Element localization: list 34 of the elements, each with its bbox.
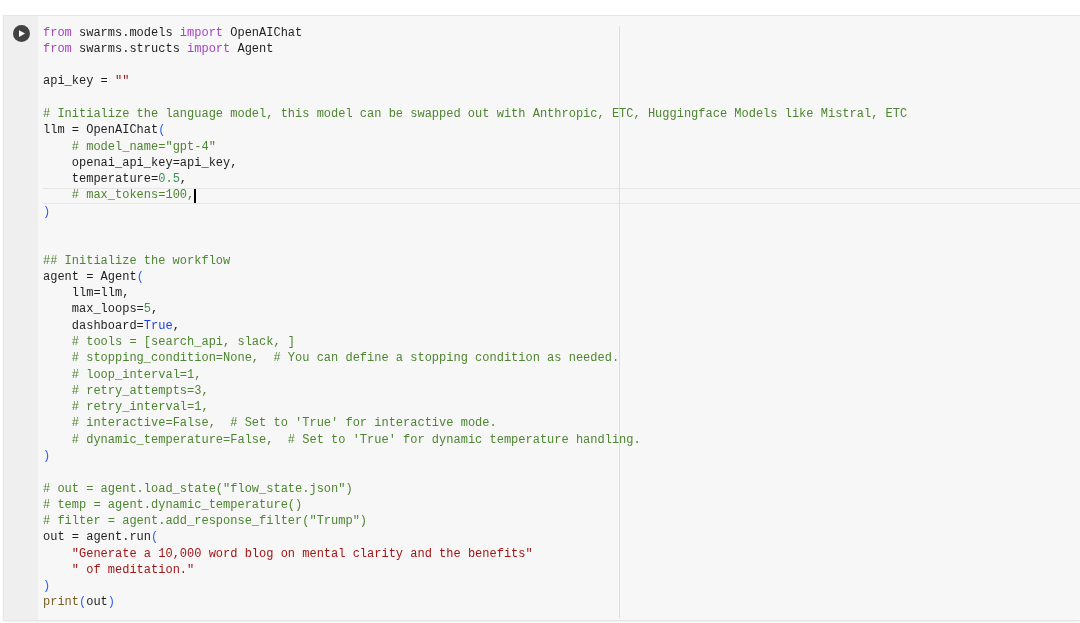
code-line: ) <box>43 579 51 595</box>
code-line: "Generate a 10,000 word blog on mental clarity and the benefits" <box>71 546 533 562</box>
code-line: # interactive=False, # Set to 'True' for interactive mode. <box>71 416 497 432</box>
code-line: temperature=0.5, <box>71 172 188 188</box>
text-cursor <box>194 188 196 203</box>
code-line: # temp = agent.dynamic_temperature() <box>43 497 303 513</box>
code-line: llm=llm, <box>71 286 130 302</box>
code-line: api_key = "" <box>43 74 130 90</box>
code-line: from swarms.models import OpenAIChat <box>43 25 303 41</box>
code-line: # retry_interval=1, <box>71 400 209 416</box>
run-button[interactable] <box>12 25 30 42</box>
code-line: agent = Agent( <box>43 269 144 285</box>
code-line: " of meditation." <box>71 562 195 578</box>
play-icon <box>18 30 25 37</box>
code-line: ) <box>43 204 51 220</box>
code-line: # dynamic_temperature=False, # Set to 'True' for dynamic temperature handling. <box>71 432 641 448</box>
code-line: # max_tokens=100, <box>71 188 195 204</box>
code-line: llm = OpenAIChat( <box>43 123 166 139</box>
code-line: # stopping_condition=None, # You can define a stopping condition as needed. <box>71 351 620 367</box>
code-line: out = agent.run( <box>43 530 159 546</box>
code-line: # retry_attempts=3, <box>71 383 209 399</box>
code-line: # tools = [search_api, slack, ] <box>71 335 296 350</box>
code-line: from swarms.structs import Agent <box>43 41 274 57</box>
code-line: print(out) <box>43 595 116 611</box>
code-line: max_loops=5, <box>71 302 159 318</box>
code-line: # Initialize the language model, this model can be swapped out with Anthropic, ETC, Huggingface Models like Mistral, ETC <box>43 107 908 123</box>
code-line: ## Initialize the workflow <box>43 253 231 269</box>
code-line: ) <box>43 448 51 464</box>
code-line: # out = agent.load_state("flow_state.json") <box>43 481 353 497</box>
code-line: dashboard=True, <box>71 318 180 334</box>
code-line: # model_name="gpt-4" <box>71 139 216 155</box>
code-line: # loop_interval=1, <box>71 367 202 383</box>
code-line: openai_api_key=api_key, <box>71 155 238 171</box>
code-line: # filter = agent.add_response_filter("Trump") <box>43 514 368 530</box>
